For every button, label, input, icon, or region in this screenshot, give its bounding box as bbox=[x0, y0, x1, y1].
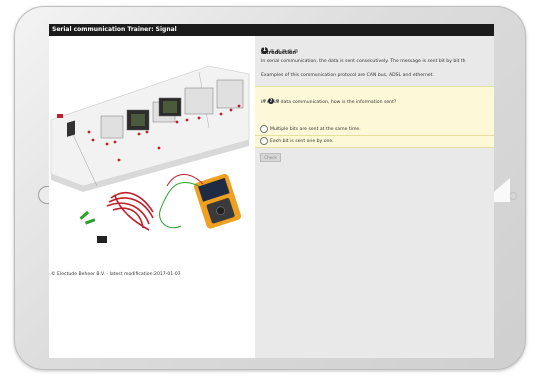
intro-paragraph-2: Examples of this communication protocol … bbox=[261, 73, 434, 78]
test-leads-bundle bbox=[106, 192, 154, 231]
illustration-panel: © Electude Beheer B.V. - latest modifica… bbox=[49, 36, 255, 358]
check-button[interactable]: Check bbox=[260, 153, 281, 162]
question-card: 2 In serial data communication, how is t… bbox=[255, 86, 494, 125]
module-panel bbox=[100, 115, 124, 139]
window-title: Serial communication Trainer: Signal bbox=[49, 24, 494, 36]
switch-icon bbox=[67, 120, 75, 137]
section-heading: Introduction bbox=[261, 50, 296, 56]
module-panel-4 bbox=[216, 79, 244, 109]
answer-label: Each bit is sent one by one. bbox=[270, 139, 334, 144]
green-clips bbox=[79, 211, 96, 225]
trainer-illustration bbox=[50, 65, 250, 243]
module-panel-3 bbox=[184, 87, 214, 115]
camera-icon bbox=[509, 192, 517, 200]
radio-icon[interactable] bbox=[260, 124, 268, 133]
answer-label: Multiple bits are sent at the same time. bbox=[270, 127, 361, 132]
led-icon bbox=[57, 114, 63, 118]
answer-option[interactable]: Multiple bits are sent at the same time. bbox=[255, 124, 494, 136]
connector-block bbox=[97, 236, 107, 243]
copyright-text: © Electude Beheer B.V. - latest modifica… bbox=[51, 272, 181, 277]
page-indicator: 1 bbox=[261, 40, 300, 54]
app-screen: Serial communication Trainer: Signal © E… bbox=[49, 24, 494, 358]
lesson-panel: 1 Introduction In serial communication, … bbox=[255, 36, 494, 358]
question-text: In serial data communication, how is the… bbox=[261, 100, 397, 105]
radio-icon[interactable] bbox=[260, 136, 268, 145]
probe-lead-green bbox=[159, 181, 200, 229]
intro-paragraph-1: In serial communication, the data is sen… bbox=[261, 59, 466, 64]
answer-option[interactable]: Each bit is sent one by one. bbox=[255, 136, 494, 148]
